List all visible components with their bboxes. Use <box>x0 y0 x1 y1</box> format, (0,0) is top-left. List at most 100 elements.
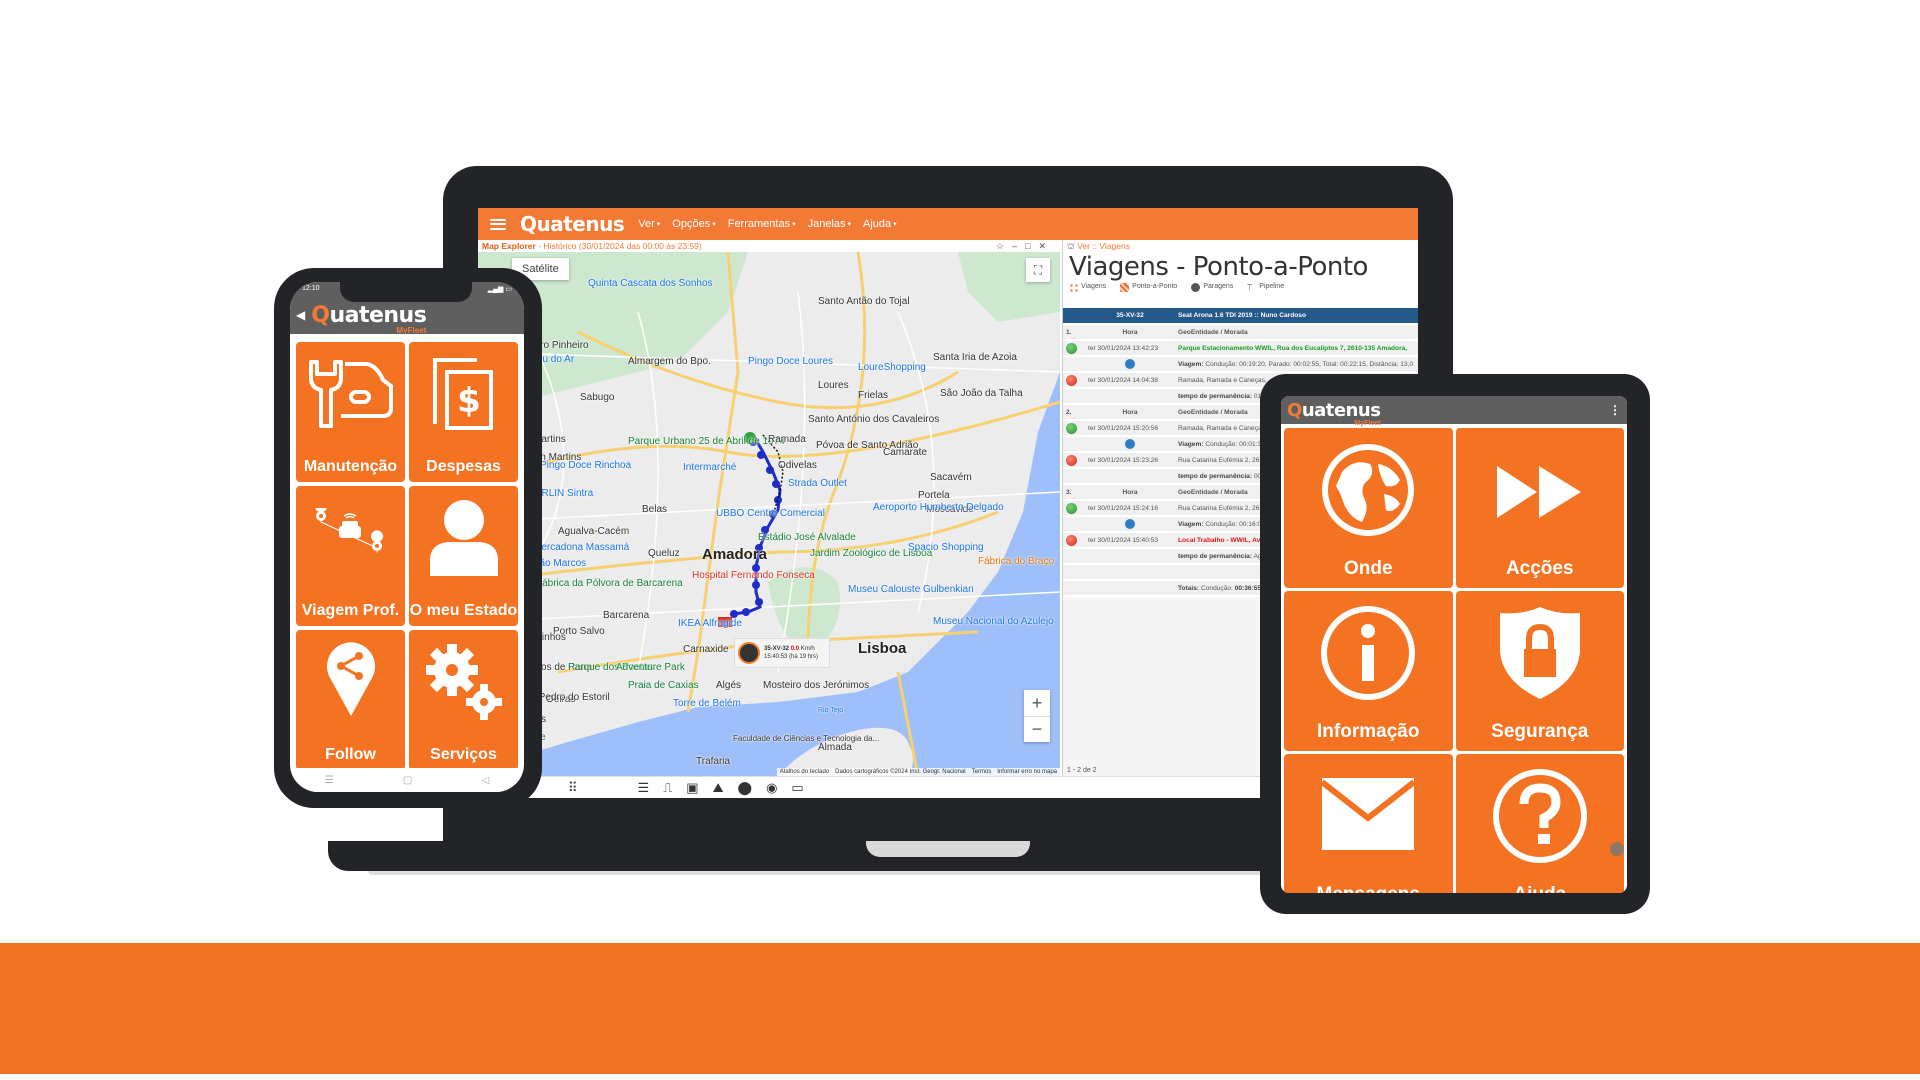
tab-paragens[interactable]: Paragens <box>1191 283 1233 305</box>
checklist-icon[interactable]: ☰ <box>638 780 650 796</box>
recent-apps-icon[interactable]: ☰ <box>325 775 334 786</box>
tile-despesas[interactable]: $ Despesas <box>409 342 518 482</box>
tile-mensagens[interactable]: Mensagens <box>1284 754 1453 893</box>
map-label: Fábrica da Pólvora de Barcarena <box>536 578 683 589</box>
tile-manutencao[interactable]: Manutenção <box>296 342 405 482</box>
laptop-notch <box>866 841 1030 857</box>
vehicle-info-popup[interactable]: 35-XV-32 0.0 Km/h 15:40:53 (há 19 hrs) <box>734 638 830 668</box>
tile-informacao[interactable]: Informação <box>1284 591 1453 751</box>
back-arrow-icon[interactable]: ◀ <box>296 308 305 322</box>
menu-label: Opções <box>672 218 711 230</box>
edit-pencil-icon[interactable] <box>1610 842 1624 856</box>
svg-text:$: $ <box>457 381 481 421</box>
trip-label: Viagem: <box>1178 520 1204 528</box>
menu-ferramentas[interactable]: Ferramentas ▾ <box>728 218 796 230</box>
zoom-out-button[interactable]: − <box>1024 716 1050 742</box>
map-label: UBBO Centro Comercial <box>716 508 825 519</box>
map-label: Almada <box>818 742 852 753</box>
menu-ajuda[interactable]: Ajuda ▾ <box>863 218 897 230</box>
map-label: Queluz <box>648 548 680 559</box>
road-icon[interactable]: ⛰ <box>713 780 724 796</box>
map-label: Ramada <box>768 434 806 445</box>
envelope-icon <box>1320 778 1417 850</box>
tile-seguranca[interactable]: Segurança <box>1455 591 1624 751</box>
tile-servicos[interactable]: Serviços <box>409 630 518 770</box>
breadcrumb-text[interactable]: Ver :: Viagens <box>1077 241 1130 251</box>
expand-trip-icon[interactable] <box>1125 439 1135 449</box>
maximize-icon[interactable]: □ <box>1025 241 1038 251</box>
pipeline-icon: ⍡ <box>1247 283 1253 292</box>
map-label: Museu Calouste Gulbenkian <box>848 584 974 595</box>
quatenus-myfleet-logo: Quatenus MyFleet <box>311 303 427 335</box>
map-explorer-subtitle: - Histórico (30/01/2024 das 00:00 às 23:… <box>535 241 702 251</box>
map-data-credit: Dados cartográficos ©2024 Inst. Geogr. N… <box>835 769 966 775</box>
card-icon[interactable]: ▭ <box>791 780 803 796</box>
home-icon[interactable]: ▢ <box>403 775 412 786</box>
expand-trip-icon[interactable] <box>1125 519 1135 529</box>
start-marker-icon <box>1066 422 1077 434</box>
tab-pipeline[interactable]: ⍡ Pipeline <box>1247 283 1284 305</box>
table-row[interactable]: Viagem: Condução: 00:19:20, Parado: 00:0… <box>1063 356 1418 373</box>
menu-label: Ver <box>638 218 655 230</box>
fast-forward-icon <box>1496 466 1581 518</box>
tile-onde[interactable]: Onde <box>1284 428 1453 588</box>
tile-o-meu-estado[interactable]: O meu Estado <box>409 486 518 626</box>
tablet-menu-grid: Onde Acções Informação Segurança <box>1284 428 1624 893</box>
keyboard-shortcuts-link[interactable]: Atalhos do teclado <box>780 769 829 775</box>
map-label: Portela <box>918 490 950 501</box>
chevron-down-icon: ▾ <box>792 221 796 228</box>
menu-janelas[interactable]: Janelas ▾ <box>808 218 851 230</box>
hamburger-menu-icon[interactable] <box>490 218 506 230</box>
expand-trip-icon[interactable] <box>1125 359 1135 369</box>
tile-ajuda[interactable]: Ajuda <box>1455 754 1624 893</box>
map-label: Belas <box>642 504 668 515</box>
fullscreen-icon[interactable]: ⛶ <box>1026 258 1050 282</box>
tab-label: Viagens <box>1081 283 1107 290</box>
map-label: Santa Iria de Azoia <box>933 352 1017 363</box>
start-marker-icon <box>1066 342 1077 354</box>
map-label: Spacio Shopping <box>908 542 984 553</box>
stay-label: tempo de permanência: <box>1178 472 1253 480</box>
col-hora: Hora <box>1085 404 1175 421</box>
vehicle-plate: 35-XV-32 <box>764 646 790 652</box>
help-icon <box>1492 769 1587 863</box>
tile-viagem-prof[interactable]: Viagem Prof. <box>296 486 405 626</box>
close-icon[interactable]: ✕ <box>1038 241 1054 251</box>
record-icon[interactable]: ◉ <box>766 780 777 796</box>
map-label: Torre de Belém <box>673 698 741 709</box>
end-time: ter 30/01/2024 15:23:26 <box>1085 452 1175 469</box>
back-icon[interactable]: ◁ <box>482 775 490 786</box>
signal-icon[interactable]: ⎍ <box>663 780 672 796</box>
minimize-icon[interactable]: – <box>1012 241 1025 251</box>
menu-ver[interactable]: Ver ▾ <box>638 218 660 230</box>
location-pin-icon[interactable]: ⬤ <box>738 780 753 796</box>
map-view[interactable]: Satélite ⛶ Montelavar Pêro Pinheiro Muse… <box>478 252 1060 776</box>
map-label: Adventure Park <box>616 662 685 673</box>
tile-label: Follow <box>325 746 376 763</box>
tab-viagens[interactable]: Viagens <box>1069 283 1106 305</box>
menu-opcoes[interactable]: Opções ▾ <box>672 218 715 230</box>
calendar-check-icon[interactable]: ▣ <box>686 780 698 796</box>
wrench-car-icon <box>308 360 393 428</box>
more-options-icon[interactable]: ⋮ <box>1609 403 1621 417</box>
map-label: Trafaria <box>696 756 731 767</box>
zoom-in-button[interactable]: + <box>1024 690 1050 716</box>
report-error-link[interactable]: Informar erro no mapa <box>997 769 1057 775</box>
orange-footer-band <box>0 943 1920 1080</box>
apps-icon[interactable]: ⠿ <box>568 780 578 796</box>
terms-link[interactable]: Termos <box>972 769 992 775</box>
totals-text: Condução: <box>1200 584 1233 592</box>
table-row[interactable]: ter 30/01/2024 13:42:23 Parque Estaciona… <box>1063 340 1418 357</box>
map-label: Barcarena <box>603 610 650 621</box>
pagination-info: 1 - 2 de 2 <box>1067 767 1097 774</box>
vehicle-speed-unit: Km/h <box>800 646 815 652</box>
tile-accoes[interactable]: Acções <box>1455 428 1624 588</box>
tab-label: Paragens <box>1203 283 1234 290</box>
favorite-icon[interactable]: ☆ <box>996 241 1012 251</box>
point-to-point-icon <box>1120 283 1130 292</box>
map-label: Pingo Doce Rinchoa <box>540 460 632 471</box>
map-label: Rio Tejo <box>818 707 844 714</box>
map-label: IKEA Alfragide <box>678 618 742 629</box>
tile-follow[interactable]: Follow <box>296 630 405 770</box>
tab-ponto-a-ponto[interactable]: Ponto-a-Ponto <box>1120 283 1177 305</box>
